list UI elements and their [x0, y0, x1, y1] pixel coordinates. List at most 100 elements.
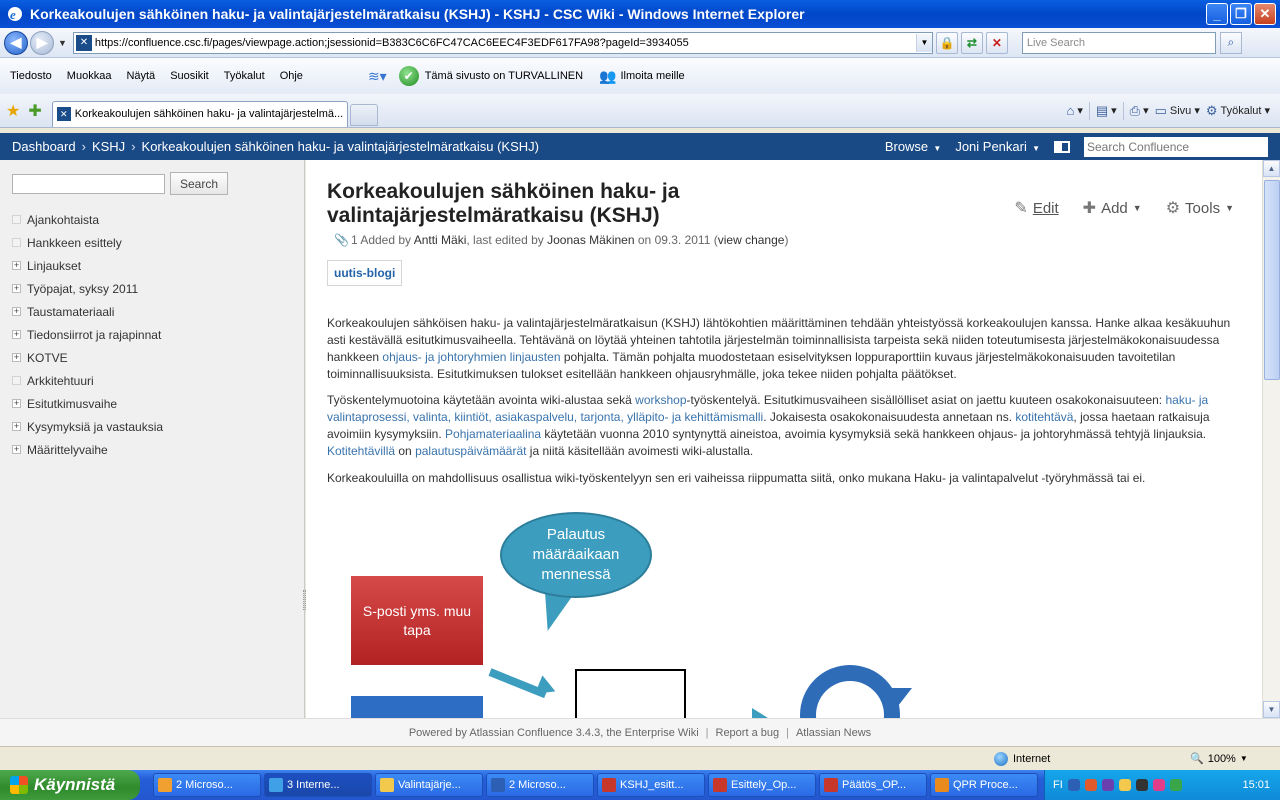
page-menu-button[interactable]: ▭ Sivu ▾ — [1155, 103, 1200, 119]
sidebar-item-label[interactable]: Hankkeen esittely — [27, 236, 122, 250]
print-button[interactable]: ⎙ ▾ — [1130, 103, 1149, 119]
sidebar-item[interactable]: + Määrittelyvaihe — [12, 438, 163, 461]
expand-icon[interactable]: + — [12, 353, 21, 362]
sidebar-item-label[interactable]: Työpajat, syksy 2011 — [27, 282, 138, 296]
atlassian-news-link[interactable]: Atlassian News — [796, 727, 871, 739]
notify-label[interactable]: Ilmoita meille — [620, 70, 684, 82]
tray-icon[interactable] — [1067, 779, 1080, 791]
tray-icon[interactable] — [1152, 779, 1165, 791]
zoom-control[interactable]: 🔍 100% ▼ — [1190, 752, 1248, 766]
back-button[interactable]: ◀ — [4, 30, 28, 55]
link-linjaukset[interactable]: ohjaus- ja johtoryhmien linjausten — [382, 350, 560, 364]
layout-toggle-icon[interactable] — [1054, 140, 1070, 153]
menu-tools[interactable]: Työkalut — [224, 70, 265, 82]
live-search-input[interactable]: Live Search — [1021, 31, 1216, 54]
stop-button[interactable]: ✕ — [985, 31, 1008, 54]
maximize-button[interactable]: ❐ — [1230, 3, 1252, 25]
safe-site-label[interactable]: Tämä sivusto on TURVALLINEN — [425, 70, 583, 82]
favorites-star-icon[interactable]: ★ — [6, 101, 20, 121]
forward-button[interactable]: ▶ — [30, 30, 54, 55]
sidebar-item[interactable]: Hankkeen esittely — [12, 231, 163, 254]
paperclip-icon[interactable]: 📎 — [334, 233, 349, 247]
expand-icon[interactable]: + — [12, 307, 21, 316]
link-kotitehtava[interactable]: kotitehtävä — [1015, 410, 1073, 424]
expand-icon[interactable]: + — [12, 399, 21, 408]
tray-icon[interactable] — [1101, 779, 1114, 791]
url-dropdown-icon[interactable]: ▼ — [915, 33, 932, 52]
add-favorite-icon[interactable]: ✚ — [28, 101, 41, 121]
expand-icon[interactable]: + — [12, 422, 21, 431]
sidebar-item[interactable]: + Tiedonsiirrot ja rajapinnat — [12, 323, 163, 346]
sidebar-item[interactable]: Arkkitehtuuri — [12, 369, 163, 392]
menu-edit[interactable]: Muokkaa — [67, 70, 112, 82]
taskbar-task[interactable]: 2 Microso... — [486, 773, 594, 797]
close-window-button[interactable]: ✕ — [1254, 3, 1276, 25]
link-pohjamateriaali[interactable]: Pohjamateriaalina — [445, 427, 541, 441]
history-dropdown-icon[interactable]: ▼ — [58, 38, 67, 48]
menu-help[interactable]: Ohje — [280, 70, 303, 82]
sidebar-item[interactable]: + Työpajat, syksy 2011 — [12, 277, 163, 300]
taskbar-task[interactable]: 3 Interne... — [264, 773, 372, 797]
sidebar-item-label[interactable]: Arkkitehtuuri — [27, 374, 94, 388]
add-button[interactable]: ✚ Add ▼ — [1083, 198, 1142, 218]
menu-file[interactable]: Tiedosto — [10, 70, 52, 82]
attachment-count[interactable]: 1 — [351, 233, 358, 247]
sidebar-item[interactable]: + Taustamateriaali — [12, 300, 163, 323]
sidebar-item[interactable]: + Kysymyksiä ja vastauksia — [12, 415, 163, 438]
tray-icon[interactable] — [1084, 779, 1097, 791]
wifi-icon[interactable]: ≋▾ — [368, 68, 387, 85]
link-workshop[interactable]: workshop — [635, 393, 686, 407]
sidebar-item[interactable]: + KOTVE — [12, 346, 163, 369]
taskbar-task[interactable]: Esittely_Op... — [708, 773, 816, 797]
view-change-link[interactable]: view change — [718, 233, 785, 247]
tab-active[interactable]: ✕ Korkeakoulujen sähköinen haku- ja vali… — [51, 100, 348, 127]
expand-icon[interactable]: + — [12, 261, 21, 270]
editor-link[interactable]: Joonas Mäkinen — [547, 233, 634, 247]
sidebar-search-input[interactable] — [12, 174, 165, 194]
sidebar-item-label[interactable]: Taustamateriaali — [27, 305, 114, 319]
language-indicator[interactable]: FI — [1053, 779, 1063, 791]
tools-menu-button[interactable]: ⚙ Työkalut ▾ — [1206, 103, 1270, 119]
scroll-up-icon[interactable]: ▲ — [1263, 160, 1280, 177]
browse-menu[interactable]: Browse ▼ — [885, 139, 942, 154]
menu-view[interactable]: Näytä — [126, 70, 155, 82]
sidebar-item[interactable]: Ajankohtaista — [12, 208, 163, 231]
sidebar-item[interactable]: + Linjaukset — [12, 254, 163, 277]
label-tag[interactable]: uutis-blogi — [327, 260, 403, 286]
sidebar-item-label[interactable]: Tiedonsiirrot ja rajapinnat — [27, 328, 161, 342]
start-button[interactable]: Käynnistä — [0, 770, 140, 800]
security-zone[interactable]: Internet — [994, 751, 1050, 766]
feeds-button[interactable]: ▤ ▾ — [1096, 103, 1117, 119]
sidebar-search-button[interactable]: Search — [170, 172, 228, 195]
report-bug-link[interactable]: Report a bug — [716, 727, 780, 739]
expand-icon[interactable]: + — [12, 445, 21, 454]
link-kotitehtavilla[interactable]: Kotitehtävillä — [327, 444, 395, 458]
taskbar-task[interactable]: KSHJ_esitt... — [597, 773, 705, 797]
edit-button[interactable]: ✎ Edit — [1014, 198, 1058, 218]
scroll-thumb[interactable] — [1264, 180, 1280, 380]
menu-favorites[interactable]: Suosikit — [170, 70, 209, 82]
confluence-search-input[interactable]: Search Confluence — [1084, 136, 1268, 157]
new-tab-button[interactable] — [349, 103, 378, 126]
refresh-button[interactable]: ⇄ — [960, 31, 983, 54]
link-palautuspaivamaarat[interactable]: palautuspäivämäärät — [415, 444, 526, 458]
sidebar-item-label[interactable]: Esitutkimusvaihe — [27, 397, 117, 411]
tools-button[interactable]: ⚙ Tools ▼ — [1166, 198, 1234, 218]
taskbar-task[interactable]: Valintajärje... — [375, 773, 483, 797]
sidebar-item-label[interactable]: Ajankohtaista — [27, 213, 99, 227]
expand-icon[interactable]: + — [12, 330, 21, 339]
scroll-down-icon[interactable]: ▼ — [1263, 701, 1280, 718]
home-button[interactable]: ⌂ ▾ — [1066, 103, 1082, 118]
vertical-scrollbar[interactable]: ▲ ▼ — [1262, 160, 1280, 718]
sidebar-item[interactable]: + Esitutkimusvaihe — [12, 392, 163, 415]
breadcrumb-dashboard[interactable]: Dashboard — [12, 139, 76, 154]
sidebar-item-label[interactable]: Linjaukset — [27, 259, 81, 273]
expand-icon[interactable]: + — [12, 284, 21, 293]
minimize-button[interactable]: _ — [1206, 3, 1228, 25]
lock-icon[interactable]: 🔒 — [935, 31, 958, 54]
url-field[interactable]: ✕ https://confluence.csc.fi/pages/viewpa… — [72, 31, 933, 54]
taskbar-task[interactable]: 2 Microso... — [153, 773, 261, 797]
tray-icon[interactable] — [1135, 779, 1148, 791]
tray-icon[interactable] — [1169, 779, 1182, 791]
sidebar-item-label[interactable]: Määrittelyvaihe — [27, 443, 108, 457]
